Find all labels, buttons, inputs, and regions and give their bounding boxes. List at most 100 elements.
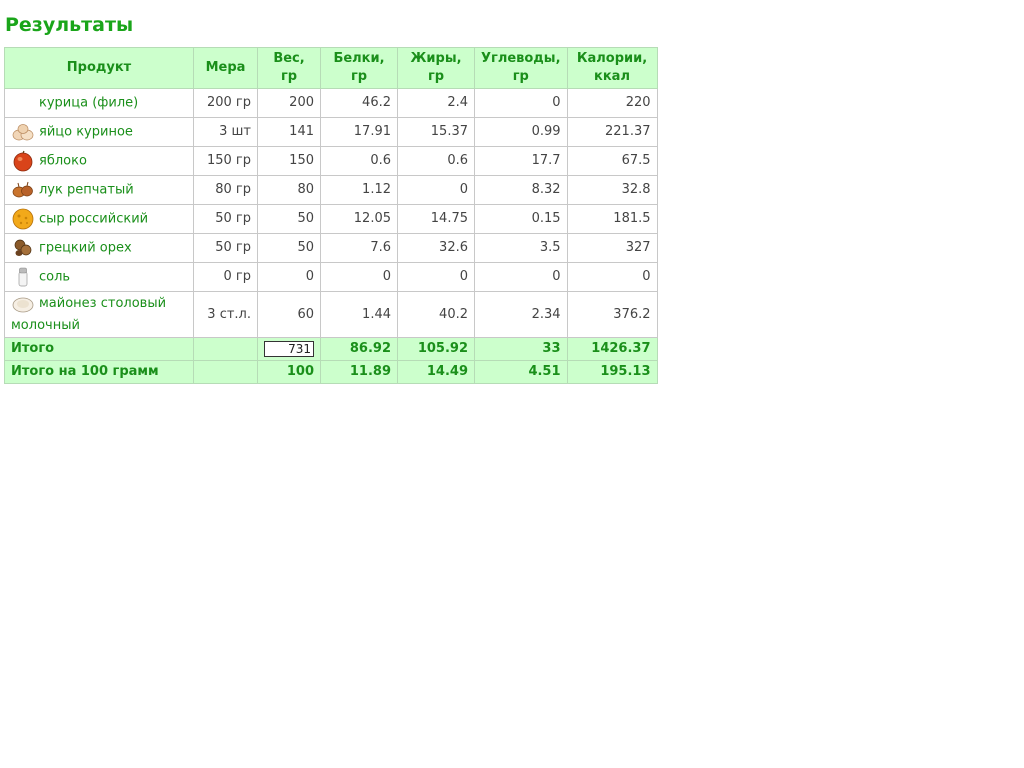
eggs-icon [11, 121, 35, 143]
col-header-kcal: Калории, ккал [566, 47, 658, 89]
cell-measure: 0 гр [193, 262, 258, 292]
cell-weight: 50 [257, 233, 321, 263]
product-cell: майонез столовый молочный [4, 291, 194, 338]
total-weight-cell: 731 [257, 337, 321, 361]
cell-protein: 12.05 [320, 204, 398, 234]
per100-measure [193, 360, 258, 384]
table-row: яблоко 150 гр 150 0.6 0.6 17.7 67.5 [4, 146, 658, 176]
col-header-protein: Белки, гр [320, 47, 398, 89]
table-row: майонез столовый молочный 3 ст.л. 60 1.44 40… [4, 291, 658, 338]
empty-icon [11, 92, 35, 114]
cell-kcal: 221.37 [566, 117, 658, 147]
cell-kcal: 327 [566, 233, 658, 263]
cell-carbs: 0 [474, 262, 568, 292]
cell-carbs: 0.15 [474, 204, 568, 234]
cell-measure: 50 гр [193, 204, 258, 234]
col-header-carbs: Углеводы, гр [474, 47, 568, 89]
product-name-link[interactable]: соль [39, 270, 70, 285]
cell-fat: 0.6 [397, 146, 475, 176]
walnut-icon [11, 237, 35, 259]
total-weight-field[interactable]: 731 [264, 340, 314, 357]
per100-carbs: 4.51 [474, 360, 568, 384]
cell-measure: 50 гр [193, 233, 258, 263]
table-header-row: Продукт Мера Вес, гр Белки, гр Жиры, гр … [4, 47, 658, 89]
per100-protein: 11.89 [320, 360, 398, 384]
table-row: соль 0 гр 0 0 0 0 0 [4, 262, 658, 292]
cell-carbs: 8.32 [474, 175, 568, 205]
cell-protein: 46.2 [320, 88, 398, 118]
cell-protein: 1.12 [320, 175, 398, 205]
cell-kcal: 220 [566, 88, 658, 118]
col-header-product: Продукт [4, 47, 194, 89]
cell-measure: 80 гр [193, 175, 258, 205]
table-row: лук репчатый 80 гр 80 1.12 0 8.32 32.8 [4, 175, 658, 205]
cell-carbs: 17.7 [474, 146, 568, 176]
page-title: Результаты [5, 14, 134, 36]
cell-measure: 150 гр [193, 146, 258, 176]
cell-kcal: 376.2 [566, 291, 658, 338]
cell-kcal: 181.5 [566, 204, 658, 234]
cell-weight: 141 [257, 117, 321, 147]
col-header-fat: Жиры, гр [397, 47, 475, 89]
onion-icon [11, 179, 35, 201]
cell-fat: 14.75 [397, 204, 475, 234]
per100-kcal: 195.13 [566, 360, 658, 384]
cell-weight: 0 [257, 262, 321, 292]
product-name-link[interactable]: сыр российский [39, 212, 148, 227]
salt-icon [11, 266, 35, 288]
col-header-weight: Вес, гр [257, 47, 321, 89]
per100-fat: 14.49 [397, 360, 475, 384]
cell-fat: 15.37 [397, 117, 475, 147]
per100-label: Итого на 100 грамм [4, 360, 194, 384]
total-label: Итого [4, 337, 194, 361]
cell-carbs: 0.99 [474, 117, 568, 147]
cell-weight: 60 [257, 291, 321, 338]
cell-kcal: 32.8 [566, 175, 658, 205]
cell-carbs: 3.5 [474, 233, 568, 263]
cell-kcal: 67.5 [566, 146, 658, 176]
cell-measure: 3 ст.л. [193, 291, 258, 338]
product-cell: лук репчатый [4, 175, 194, 205]
cell-protein: 0.6 [320, 146, 398, 176]
total-carbs: 33 [474, 337, 568, 361]
cell-protein: 7.6 [320, 233, 398, 263]
cell-fat: 0 [397, 262, 475, 292]
cell-weight: 80 [257, 175, 321, 205]
cell-protein: 1.44 [320, 291, 398, 338]
total-measure [193, 337, 258, 361]
table-row: сыр российский 50 гр 50 12.05 14.75 0.15 181.5 [4, 204, 658, 234]
cell-carbs: 0 [474, 88, 568, 118]
table-row: курица (филе) 200 гр 200 46.2 2.4 0 220 [4, 88, 658, 118]
cell-weight: 200 [257, 88, 321, 118]
product-name-link[interactable]: яйцо куриное [39, 125, 133, 140]
product-cell: соль [4, 262, 194, 292]
cell-protein: 0 [320, 262, 398, 292]
total-row: Итого 731 86.92 105.92 33 1426.37 [4, 337, 658, 361]
mayonnaise-icon [11, 295, 35, 317]
total-fat: 105.92 [397, 337, 475, 361]
product-name-link[interactable]: курица (филе) [39, 96, 138, 111]
cheese-icon [11, 208, 35, 230]
product-name-link[interactable]: грецкий орех [39, 241, 132, 256]
cell-weight: 150 [257, 146, 321, 176]
total-kcal: 1426.37 [566, 337, 658, 361]
per100-weight: 100 [257, 360, 321, 384]
cell-carbs: 2.34 [474, 291, 568, 338]
cell-fat: 0 [397, 175, 475, 205]
apple-icon [11, 150, 35, 172]
table-row: яйцо куриное 3 шт 141 17.91 15.37 0.99 221.37 [4, 117, 658, 147]
product-cell: яблоко [4, 146, 194, 176]
cell-measure: 200 гр [193, 88, 258, 118]
table-row: грецкий орех 50 гр 50 7.6 32.6 3.5 327 [4, 233, 658, 263]
product-name-link[interactable]: яблоко [39, 154, 87, 169]
cell-weight: 50 [257, 204, 321, 234]
results-table: Продукт Мера Вес, гр Белки, гр Жиры, гр … [4, 47, 658, 384]
cell-fat: 32.6 [397, 233, 475, 263]
cell-measure: 3 шт [193, 117, 258, 147]
per100-row: Итого на 100 грамм 100 11.89 14.49 4.51 … [4, 360, 658, 384]
cell-fat: 2.4 [397, 88, 475, 118]
col-header-measure: Мера [193, 47, 258, 89]
product-cell: яйцо куриное [4, 117, 194, 147]
product-name-link[interactable]: лук репчатый [39, 183, 134, 198]
product-cell: сыр российский [4, 204, 194, 234]
